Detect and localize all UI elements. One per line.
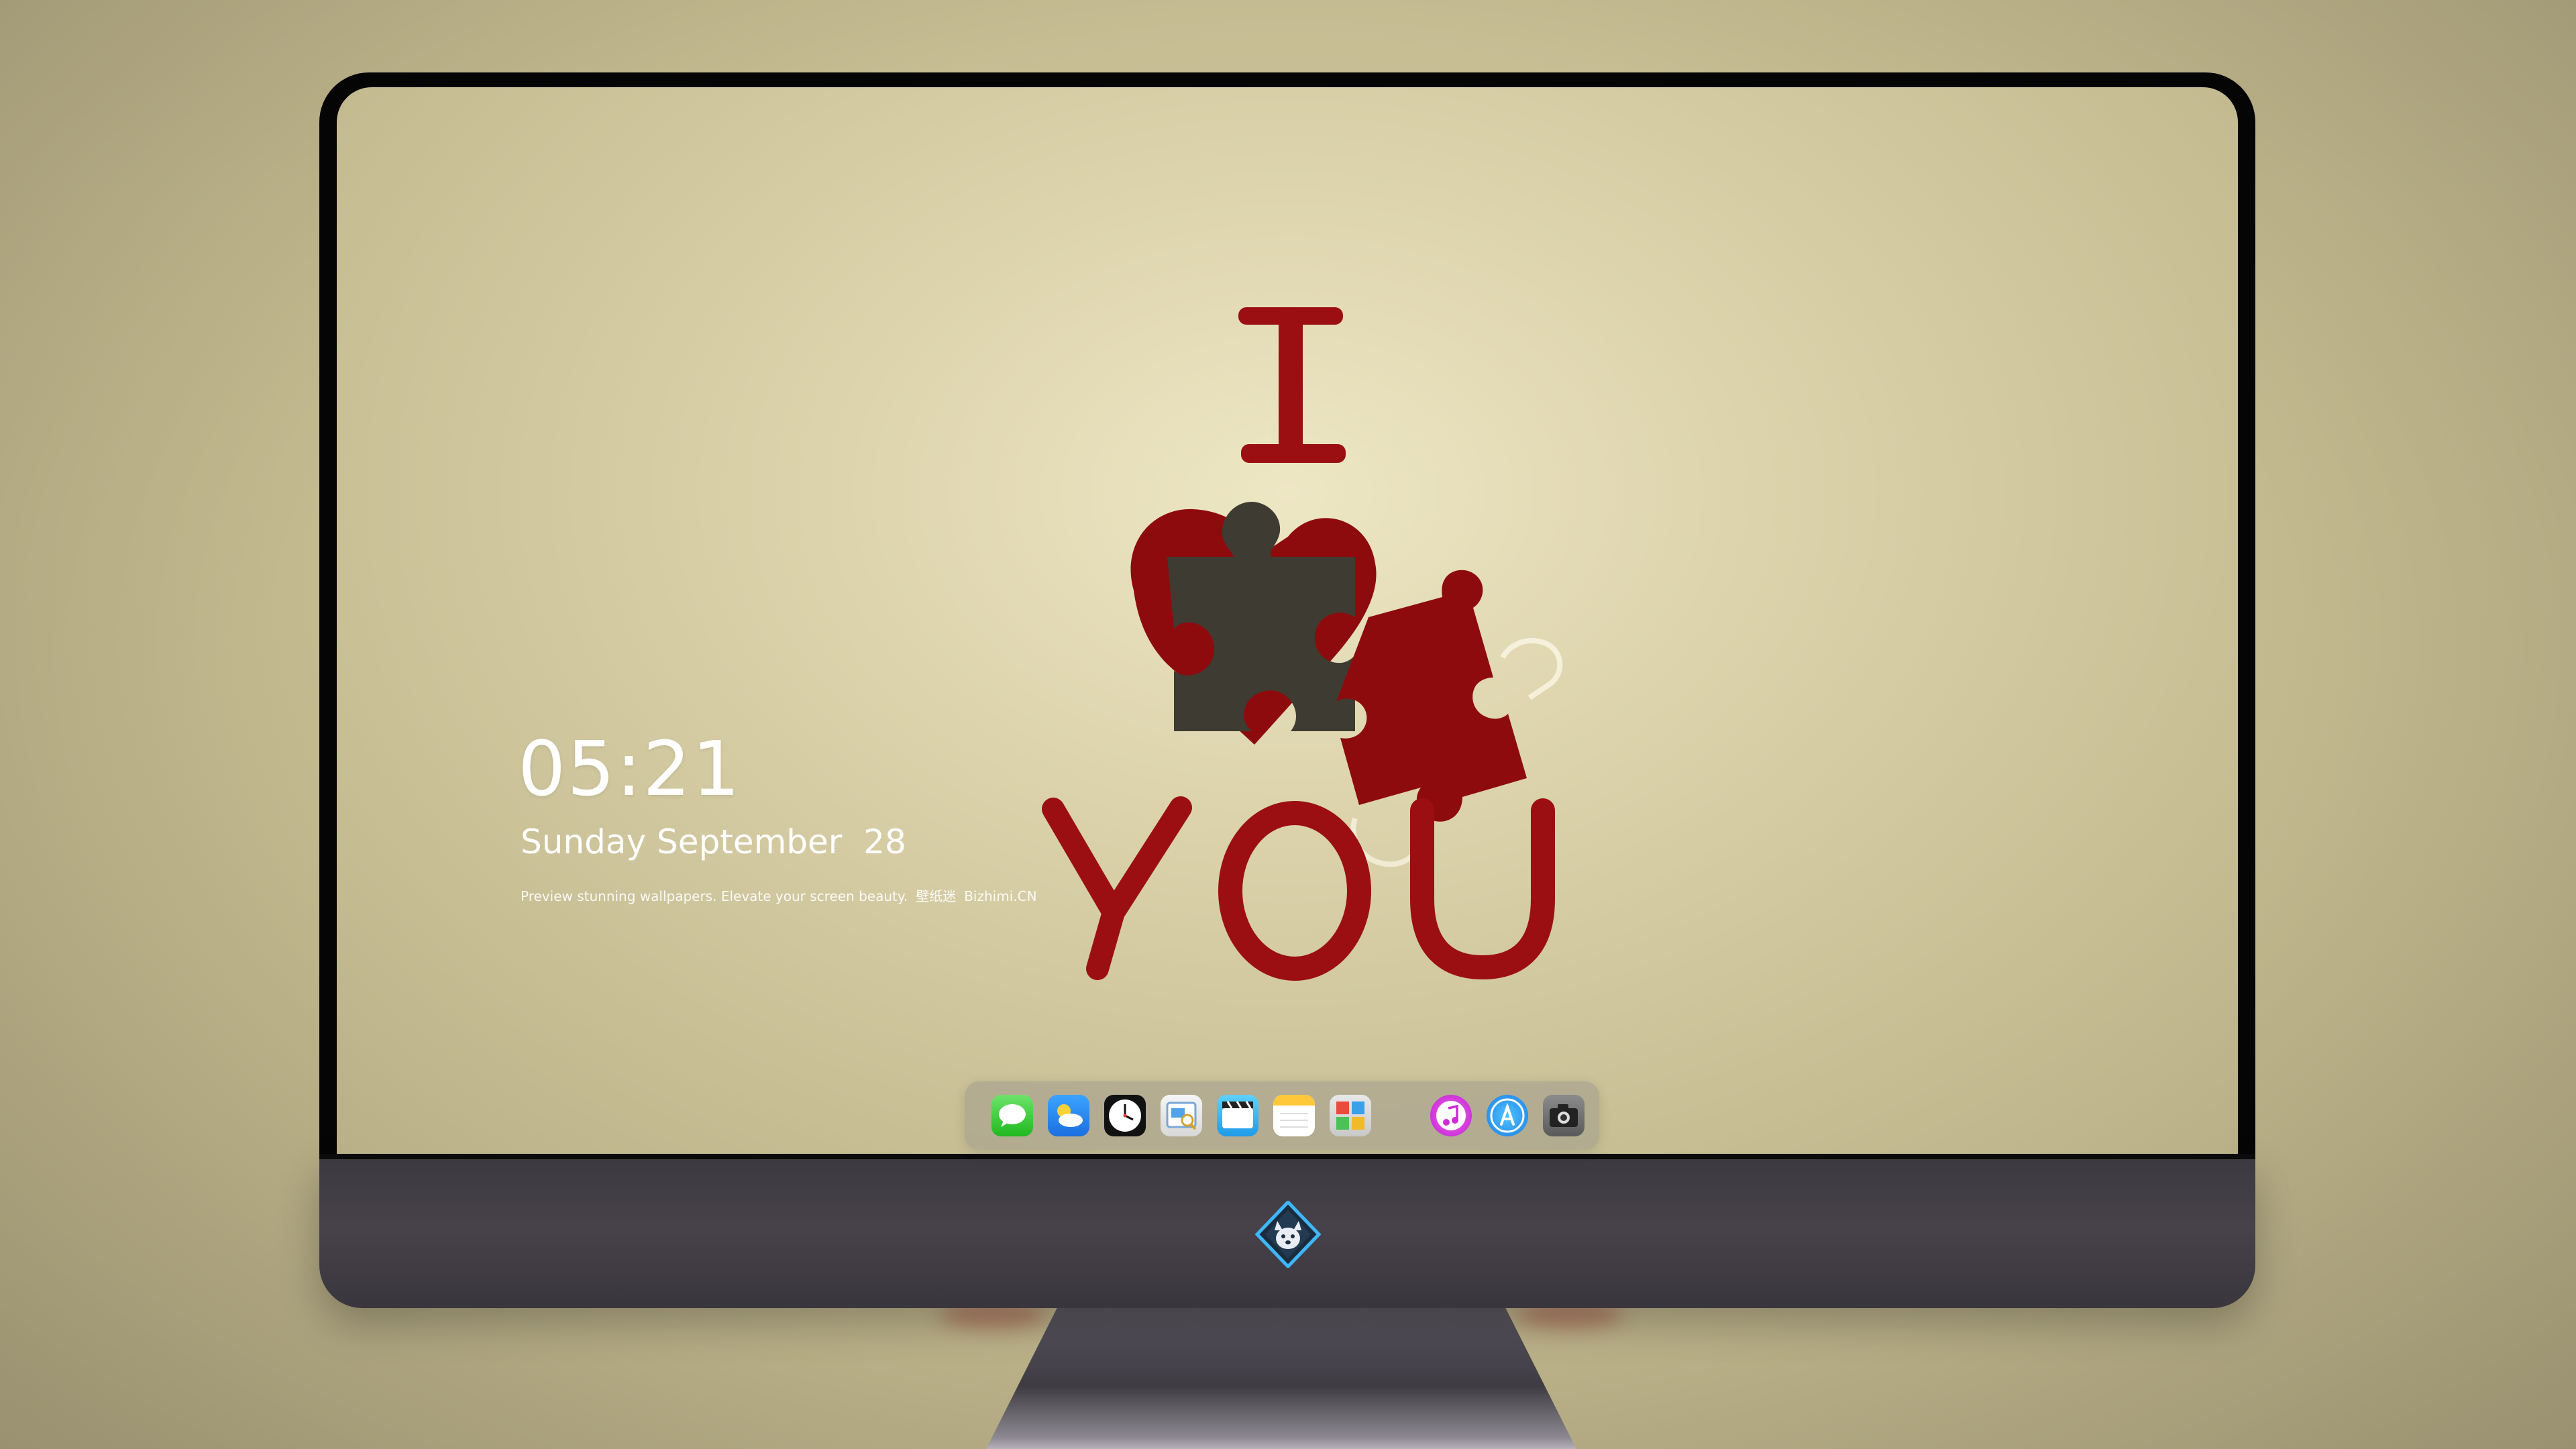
wallpaper-letter-i: [1238, 307, 1346, 463]
wallpaper-word-you: [1042, 796, 1555, 981]
weather-icon[interactable]: [1048, 1095, 1089, 1136]
monitor-stand: [986, 1308, 1576, 1449]
clips-icon[interactable]: [1217, 1095, 1258, 1136]
photo-booth-icon[interactable]: [1330, 1095, 1371, 1136]
puzzle-piece-outline: [1500, 637, 1563, 700]
lockscreen-time: 05:21: [518, 726, 741, 813]
dock: [965, 1081, 1599, 1150]
itunes-icon[interactable]: [1430, 1095, 1472, 1136]
tagline-brand[interactable]: Bizhimi.CN: [964, 888, 1036, 904]
app-store-icon[interactable]: [1487, 1095, 1528, 1136]
notes-icon[interactable]: [1273, 1095, 1315, 1136]
wolf-mascot-icon: [1254, 1199, 1322, 1269]
clock-icon[interactable]: [1104, 1095, 1146, 1136]
lockscreen-tagline: Preview stunning wallpapers. Elevate you…: [521, 885, 1037, 905]
lockscreen-date: Sunday September 28: [521, 822, 906, 861]
tagline-text: Preview stunning wallpapers. Elevate you…: [521, 888, 908, 904]
messages-icon[interactable]: [991, 1095, 1033, 1136]
wallpaper-artwork: [1042, 307, 1563, 981]
camera-icon[interactable]: [1543, 1095, 1585, 1136]
preview-icon[interactable]: [1161, 1095, 1202, 1136]
tagline-brand-cn: 壁纸迷: [916, 888, 957, 904]
